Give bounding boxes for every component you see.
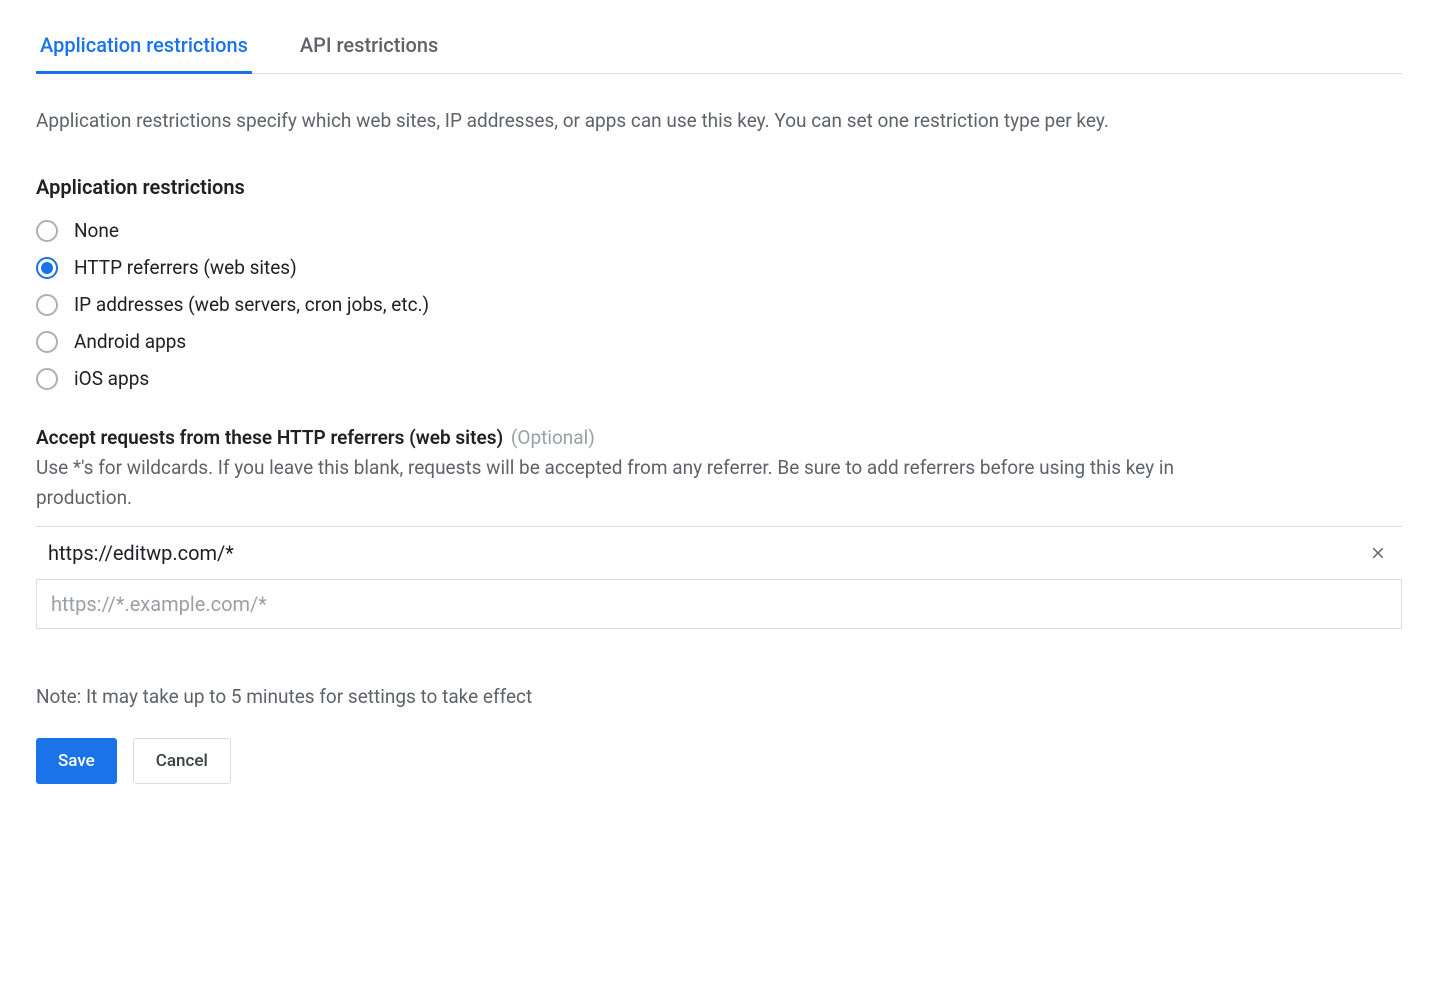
radio-circle-icon	[36, 331, 58, 353]
radio-label: None	[74, 219, 119, 242]
tab-application-restrictions[interactable]: Application restrictions	[36, 21, 252, 74]
radio-label: IP addresses (web servers, cron jobs, et…	[74, 293, 429, 316]
radio-ios-apps[interactable]: iOS apps	[36, 367, 1402, 390]
radio-dot-icon	[41, 262, 53, 274]
radio-circle-icon	[36, 294, 58, 316]
radio-label: iOS apps	[74, 367, 149, 390]
section-heading-application-restrictions: Application restrictions	[36, 175, 1402, 199]
optional-tag: (Optional)	[511, 426, 595, 449]
referrers-heading: Accept requests from these HTTP referrer…	[36, 426, 503, 449]
radio-circle-selected-icon	[36, 257, 58, 279]
tabs: Application restrictions API restriction…	[36, 20, 1402, 74]
close-icon	[1369, 544, 1387, 562]
description-text: Application restrictions specify which w…	[36, 106, 1186, 135]
radio-none[interactable]: None	[36, 219, 1402, 242]
cancel-button[interactable]: Cancel	[133, 738, 231, 784]
radio-group-application-restrictions: None HTTP referrers (web sites) IP addre…	[36, 219, 1402, 390]
radio-android-apps[interactable]: Android apps	[36, 330, 1402, 353]
radio-ip-addresses[interactable]: IP addresses (web servers, cron jobs, et…	[36, 293, 1402, 316]
radio-circle-icon	[36, 368, 58, 390]
remove-referrer-button[interactable]	[1366, 541, 1390, 565]
referrer-row: https://editwp.com/*	[36, 527, 1402, 579]
save-button[interactable]: Save	[36, 738, 117, 784]
button-row: Save Cancel	[36, 738, 1402, 784]
referrer-list: https://editwp.com/*	[36, 526, 1402, 629]
tab-api-restrictions[interactable]: API restrictions	[296, 21, 442, 74]
radio-http-referrers[interactable]: HTTP referrers (web sites)	[36, 256, 1402, 279]
radio-label: Android apps	[74, 330, 186, 353]
note-text: Note: It may take up to 5 minutes for se…	[36, 685, 1402, 708]
add-referrer-input[interactable]	[36, 579, 1402, 629]
referrers-help-text: Use *'s for wildcards. If you leave this…	[36, 453, 1256, 512]
radio-label: HTTP referrers (web sites)	[74, 256, 297, 279]
referrer-value: https://editwp.com/*	[48, 541, 234, 565]
radio-circle-icon	[36, 220, 58, 242]
